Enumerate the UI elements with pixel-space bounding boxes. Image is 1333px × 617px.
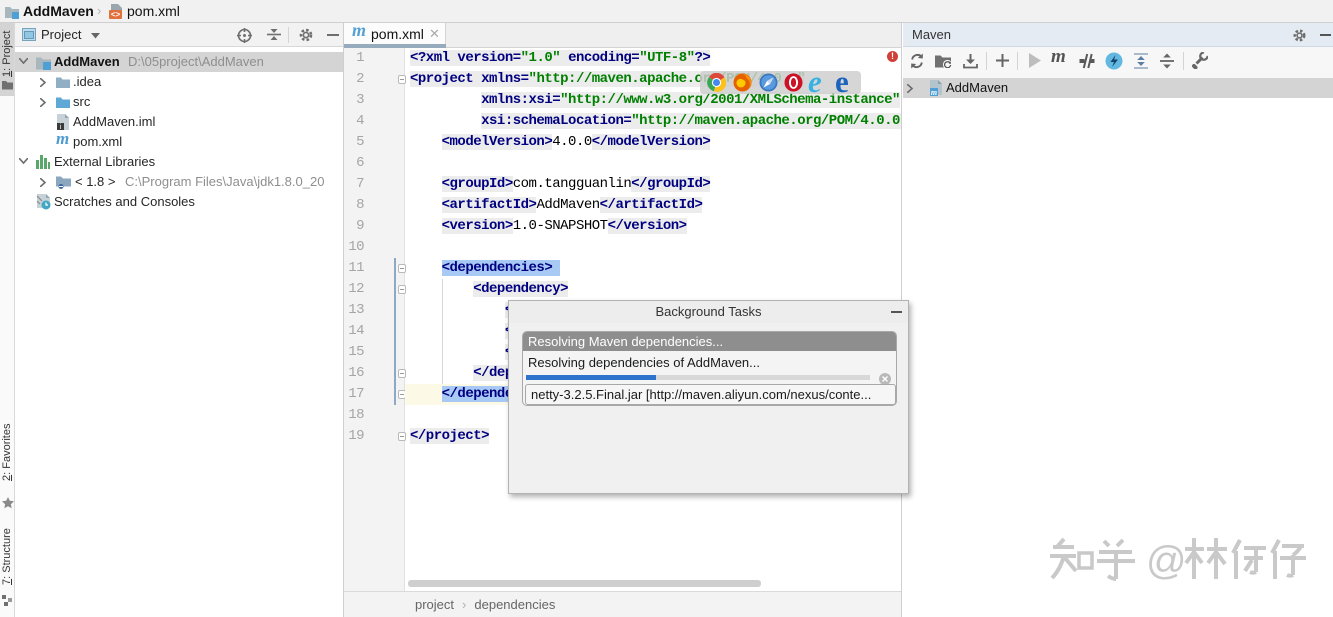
- svg-text:<>: <>: [111, 10, 121, 19]
- svg-text:@: @: [1146, 539, 1187, 583]
- svg-text:m: m: [931, 88, 937, 96]
